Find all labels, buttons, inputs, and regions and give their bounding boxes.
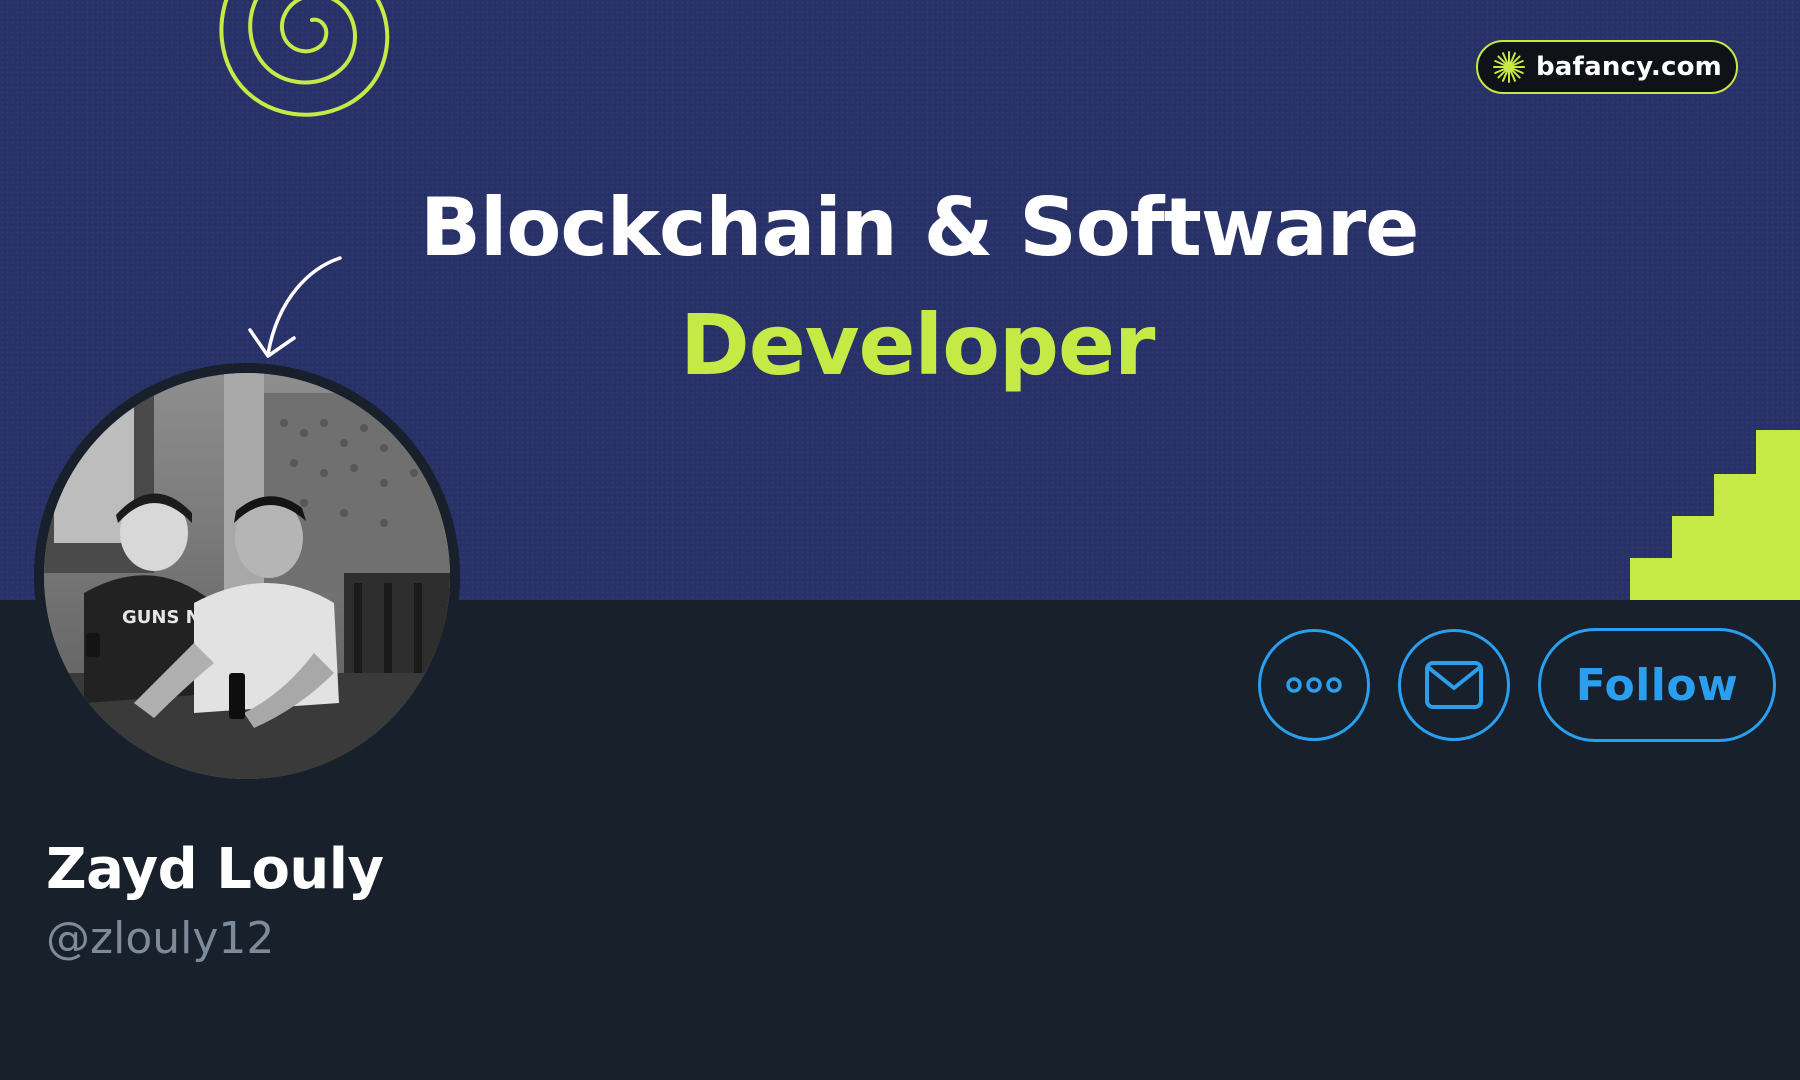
profile-actions: Follow: [1258, 627, 1776, 743]
profile-handle: @zlouly12: [46, 913, 275, 964]
steps-decoration-icon: [1630, 430, 1800, 600]
follow-button[interactable]: Follow: [1538, 628, 1776, 742]
avatar[interactable]: GUNS N: [34, 363, 460, 789]
svg-text:GUNS N: GUNS N: [122, 607, 201, 628]
mail-icon: [1425, 661, 1483, 709]
brand-label: bafancy.com: [1536, 52, 1722, 82]
sunburst-icon: [1493, 51, 1525, 83]
more-button[interactable]: [1258, 629, 1370, 741]
spiral-decoration-icon: [219, 0, 390, 117]
banner-subline: Developer: [680, 296, 1155, 394]
profile-name: Zayd Louly: [46, 837, 384, 902]
brand-chip[interactable]: bafancy.com: [1476, 40, 1738, 94]
profile-photo: GUNS N: [44, 373, 450, 779]
message-button[interactable]: [1398, 629, 1510, 741]
banner-headline: Blockchain & Software: [420, 181, 1419, 274]
more-icon: [1286, 677, 1342, 693]
photo-illustration: GUNS N: [44, 373, 450, 779]
profile-page: Blockchain & Software Developer bafancy.…: [0, 0, 1800, 1080]
curved-arrow-icon: [248, 256, 342, 358]
